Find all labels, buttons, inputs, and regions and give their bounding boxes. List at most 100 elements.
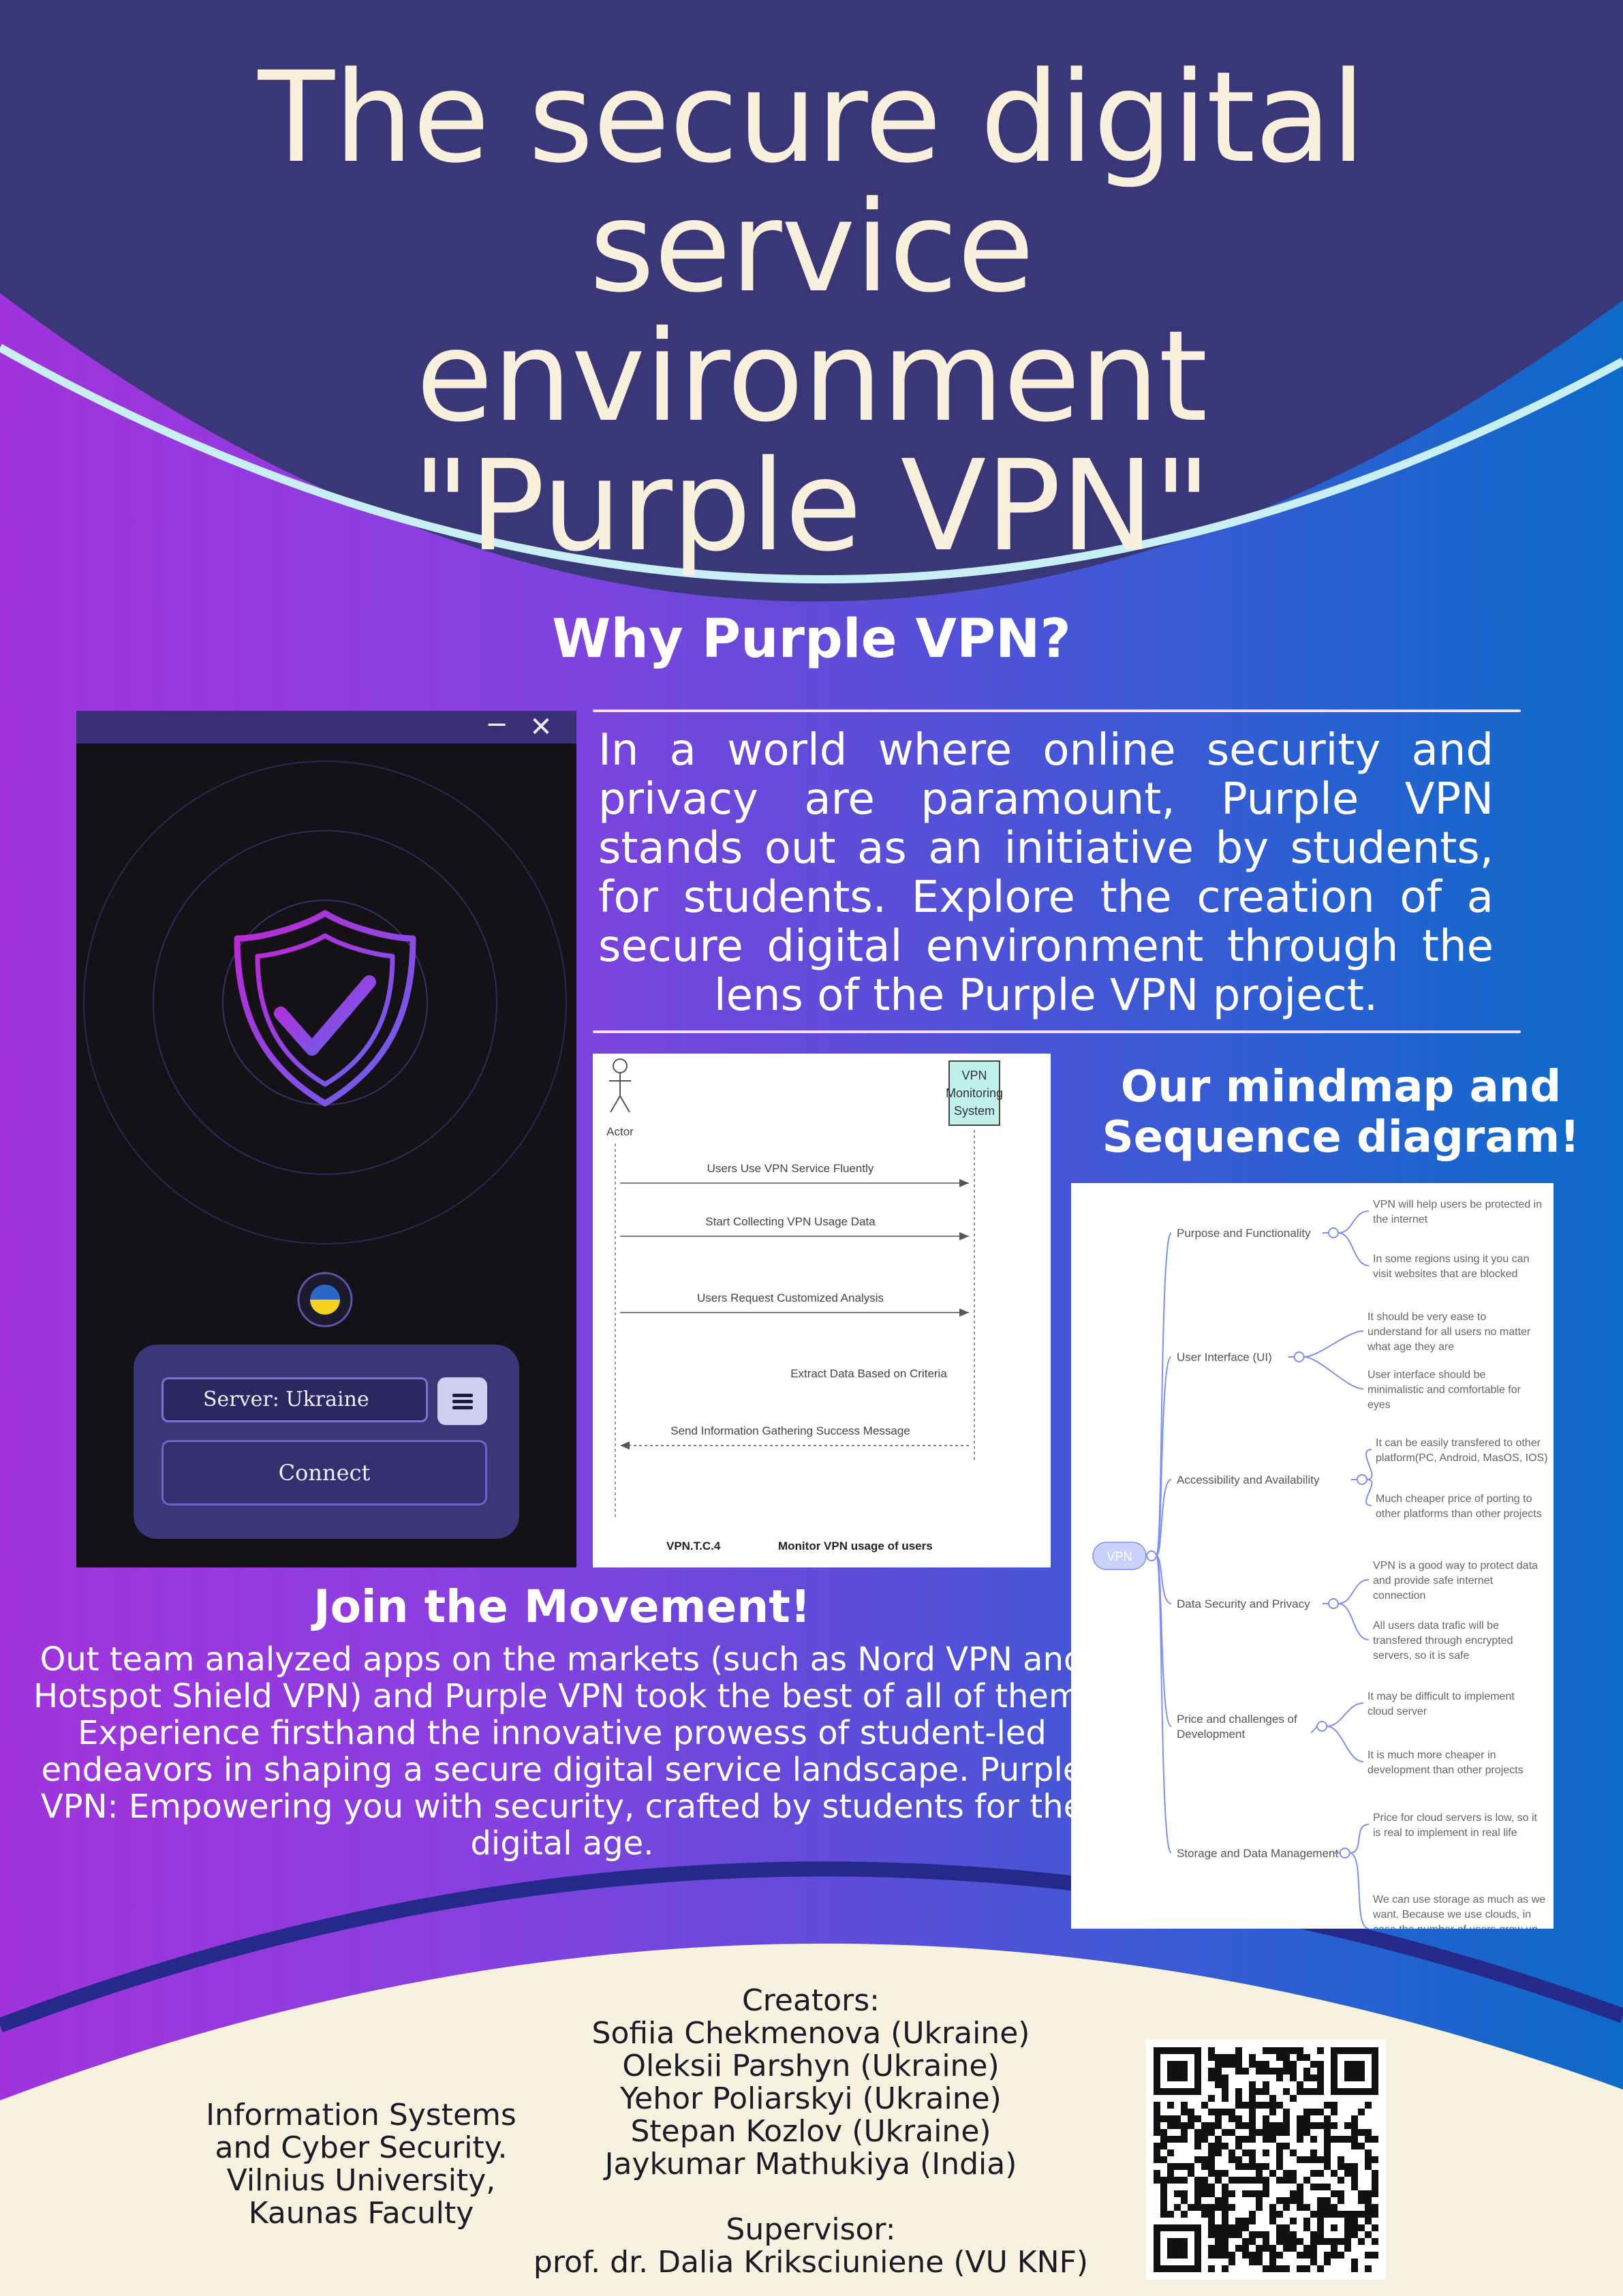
branch-label: Data Security and Privacy: [1177, 1597, 1310, 1610]
qr-module: [1242, 2102, 1249, 2109]
qr-module: [1310, 2231, 1317, 2238]
qr-module: [1372, 2184, 1378, 2190]
mindmap: VPN Purpose and Functionality VPN will hel…: [1071, 1183, 1554, 1929]
leaf-label: minimalistic and comfortable for: [1367, 1384, 1521, 1396]
qr-module: [1249, 2081, 1256, 2088]
qr-module: [1222, 2190, 1228, 2197]
qr-module: [1303, 2177, 1310, 2184]
qr-module: [1263, 2081, 1269, 2088]
qr-module: [1208, 2265, 1215, 2272]
qr-module: [1317, 2184, 1324, 2190]
qr-module: [1201, 2129, 1208, 2136]
qr-module: [1303, 2115, 1310, 2122]
qr-module: [1235, 2122, 1242, 2129]
qr-module: [1344, 2163, 1351, 2170]
qr-module: [1283, 2265, 1290, 2272]
qr-module: [1160, 2204, 1167, 2211]
qr-module: [1235, 2136, 1242, 2143]
divider-top: [593, 709, 1521, 712]
qr-module: [1310, 2075, 1317, 2081]
qr-module: [1344, 2170, 1351, 2177]
qr-module: [1154, 2143, 1160, 2149]
qr-module: [1208, 2156, 1215, 2163]
qr-module: [1331, 2136, 1338, 2143]
qr-module: [1256, 2170, 1263, 2177]
qr-module: [1215, 2075, 1222, 2081]
message-label: Users Use VPN Service Fluently: [707, 1162, 874, 1175]
qr-module: [1201, 2177, 1208, 2184]
mindmap-heading-line: Sequence diagram!: [1102, 1112, 1580, 1163]
qr-module: [1235, 2231, 1242, 2238]
qr-module: [1317, 2109, 1324, 2115]
qr-module: [1167, 2170, 1174, 2177]
qr-module: [1283, 2245, 1290, 2252]
why-heading: Why Purple VPN?: [552, 609, 1071, 670]
qr-module: [1249, 2190, 1256, 2197]
connection-panel: Server: Ukraine Connect: [134, 1345, 519, 1539]
qr-module: [1276, 2054, 1283, 2061]
qr-module: [1365, 2218, 1372, 2224]
qr-module: [1242, 2149, 1249, 2156]
server-selector[interactable]: Server: Ukraine: [161, 1377, 428, 1422]
qr-module: [1351, 2129, 1358, 2136]
qr-module: [1154, 2109, 1160, 2115]
qr-module: [1215, 2115, 1222, 2122]
qr-module: [1256, 2068, 1263, 2075]
qr-module: [1215, 2204, 1222, 2211]
qr-module: [1256, 2204, 1263, 2211]
qr-module: [1235, 2047, 1242, 2054]
qr-module: [1228, 2054, 1235, 2061]
qr-module: [1372, 2204, 1378, 2211]
qr-module: [1167, 2122, 1174, 2129]
qr-module: [1365, 2163, 1372, 2170]
qr-module: [1297, 2088, 1303, 2095]
qr-module: [1283, 2238, 1290, 2245]
qr-module: [1351, 2122, 1358, 2129]
qr-module: [1303, 2109, 1310, 2115]
qr-module: [1160, 2190, 1167, 2197]
hamburger-menu-icon[interactable]: [437, 1377, 487, 1425]
connector-dot: [1357, 1474, 1367, 1485]
title-line: The secure digital service: [258, 45, 1366, 320]
qr-module: [1344, 2245, 1351, 2252]
qr-module: [1208, 2149, 1215, 2156]
qr-module: [1372, 2177, 1378, 2184]
connector-dot: [1328, 1227, 1339, 1238]
qr-module: [1263, 2184, 1269, 2190]
qr-module: [1160, 2129, 1167, 2136]
qr-module: [1297, 2238, 1303, 2245]
qr-module: [1215, 2143, 1222, 2149]
qr-module: [1181, 2177, 1188, 2184]
qr-finder-core: [1344, 2061, 1365, 2081]
leaf-label: what age they are: [1367, 1341, 1454, 1353]
leaf-label: VPN is a good way to protect data: [1373, 1560, 1538, 1572]
qr-module: [1365, 2204, 1372, 2211]
qr-module: [1365, 2231, 1372, 2238]
qr-module: [1256, 2259, 1263, 2265]
connector-dot: [1328, 1598, 1339, 1609]
qr-module: [1351, 2218, 1358, 2224]
qr-module: [1249, 2163, 1256, 2170]
qr-module: [1242, 2190, 1249, 2197]
qr-module: [1235, 2245, 1242, 2252]
qr-module: [1228, 2156, 1235, 2163]
qr-code-icon[interactable]: [1146, 2040, 1386, 2280]
qr-module: [1194, 2197, 1201, 2204]
system-label: VPN: [961, 1069, 987, 1082]
qr-module: [1228, 2190, 1235, 2197]
qr-module: [1372, 2156, 1378, 2163]
qr-module: [1317, 2047, 1324, 2054]
leaf-label: is real to implement in real life: [1373, 1827, 1517, 1839]
qr-module: [1283, 2197, 1290, 2204]
qr-module: [1201, 2122, 1208, 2129]
qr-module: [1222, 2170, 1228, 2177]
qr-module: [1215, 2177, 1222, 2184]
qr-module: [1365, 2156, 1372, 2163]
qr-module: [1228, 2115, 1235, 2122]
qr-module: [1167, 2211, 1174, 2218]
system-label: System: [954, 1104, 995, 1118]
connect-button[interactable]: Connect: [161, 1440, 487, 1505]
qr-module: [1351, 2231, 1358, 2238]
qr-module: [1215, 2252, 1222, 2259]
qr-module: [1358, 2238, 1365, 2245]
